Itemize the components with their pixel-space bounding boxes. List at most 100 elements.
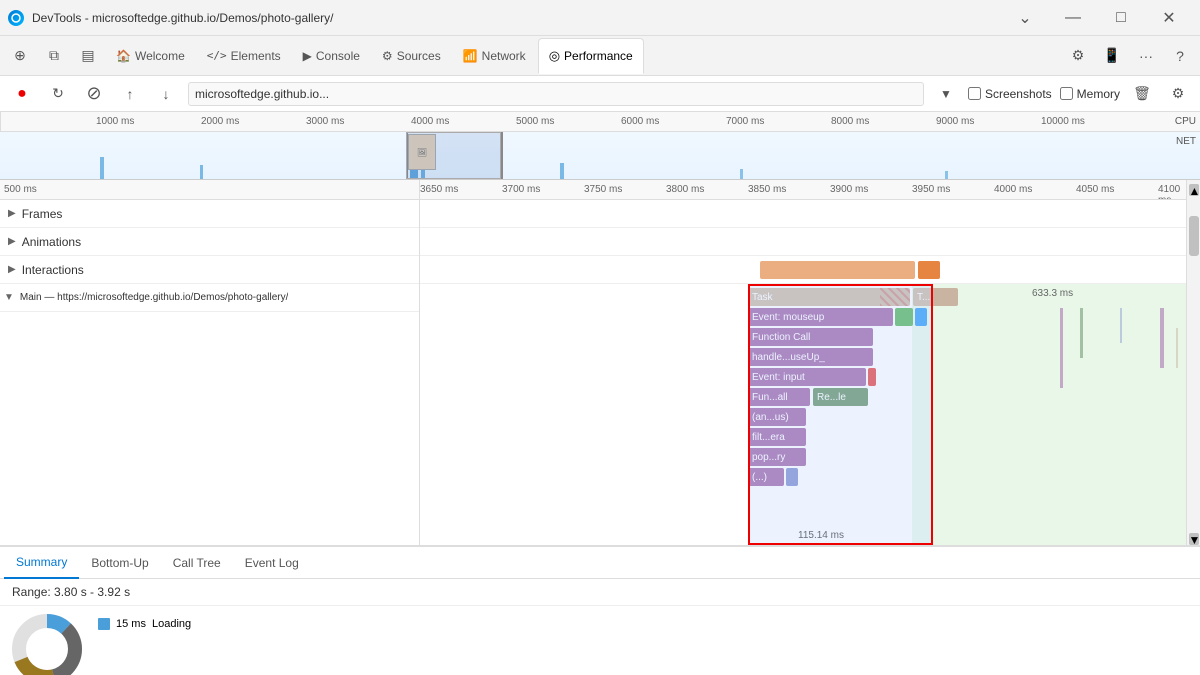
interaction-bar-2[interactable]	[918, 261, 940, 279]
detail-ruler-right: 3650 ms 3700 ms 3750 ms 3800 ms 3850 ms …	[420, 180, 1186, 200]
flame-handle[interactable]: handle...useUp_	[748, 348, 873, 366]
trash-btn[interactable]: 🗑	[1128, 80, 1156, 108]
interaction-bar[interactable]	[760, 261, 915, 279]
title-bar: DevTools - microsoftedge.github.io/Demos…	[0, 0, 1200, 36]
detail-area: 500 ms ▶ Frames ▶ Animations ▶ Interacti…	[0, 180, 1200, 545]
refresh-btn[interactable]: ↻	[44, 80, 72, 108]
frames-track[interactable]	[420, 200, 1186, 228]
flame-funall[interactable]: Fun...all	[748, 388, 810, 406]
main-flame-area[interactable]: 633.3 ms Task T... Event: mouseup Functi…	[420, 284, 1186, 545]
flame-indigo-1[interactable]	[786, 468, 798, 486]
green-highlight: 633.3 ms	[912, 284, 1186, 545]
summary-content: 15 ms Loading	[0, 606, 1200, 675]
tab-welcome[interactable]: 🏠 Welcome	[106, 38, 195, 74]
close-btn[interactable]: ✕	[1146, 0, 1192, 36]
tab-sources[interactable]: ⚙ Sources	[372, 38, 451, 74]
more-tabs-icon[interactable]: ···	[1130, 40, 1162, 72]
flame-input[interactable]: Event: input	[748, 368, 866, 386]
overview-ruler-ticks: 1000 ms 2000 ms 3000 ms 4000 ms 5000 ms …	[1, 112, 1200, 131]
flame-green-1[interactable]	[895, 308, 913, 326]
scatter-3	[1120, 308, 1122, 343]
animations-label: Animations	[22, 235, 81, 249]
flame-dots[interactable]: (...)	[748, 468, 784, 486]
interactions-section[interactable]: ▶ Interactions	[0, 256, 419, 284]
new-tab-icon[interactable]: ⊕	[4, 40, 36, 72]
window-title: DevTools - microsoftedge.github.io/Demos…	[32, 11, 994, 25]
tick-6000ms: 6000 ms	[621, 116, 659, 127]
flame-blue-1[interactable]	[915, 308, 927, 326]
restore-btn[interactable]: ⌄	[1002, 0, 1048, 36]
tick-10000ms: 10000 ms	[1041, 116, 1085, 127]
tab-console[interactable]: ▶ Console	[293, 38, 370, 74]
minimize-btn[interactable]: —	[1050, 0, 1096, 36]
screenshots-checkbox[interactable]: Screenshots	[968, 87, 1052, 101]
scrollbar-thumb[interactable]	[1189, 216, 1199, 256]
tab-network[interactable]: 📶 Network	[453, 38, 536, 74]
tab-bottom-up[interactable]: Bottom-Up	[79, 547, 160, 579]
interactions-label: Interactions	[22, 263, 84, 277]
flame-popry[interactable]: pop...ry	[748, 448, 806, 466]
overview-chart-area[interactable]: 🖼 NET	[0, 132, 1200, 179]
anus-label: (an...us)	[752, 412, 789, 423]
tab-elements[interactable]: </> Elements	[197, 38, 291, 74]
tab-performance[interactable]: ◎ Performance	[538, 38, 644, 74]
scatter-4	[1160, 308, 1164, 368]
interactions-arrow: ▶	[8, 264, 16, 275]
tab-call-tree[interactable]: Call Tree	[161, 547, 233, 579]
animations-track[interactable]	[420, 228, 1186, 256]
flame-filtera[interactable]: filt...era	[748, 428, 806, 446]
tab-event-log[interactable]: Event Log	[233, 547, 311, 579]
edge-icon	[8, 10, 24, 26]
scroll-down-btn[interactable]: ▼	[1189, 533, 1199, 545]
help-icon[interactable]: ?	[1164, 40, 1196, 72]
selection-region[interactable]	[406, 132, 501, 179]
interactions-track[interactable]	[420, 256, 1186, 284]
record-btn[interactable]: ●	[8, 80, 36, 108]
frames-section[interactable]: ▶ Frames	[0, 200, 419, 228]
download-btn[interactable]: ↓	[152, 80, 180, 108]
dtick-4000ms: 4000 ms	[994, 184, 1032, 195]
flame-red-1[interactable]	[868, 368, 876, 386]
flame-task[interactable]: Task	[748, 288, 910, 306]
home-icon: 🏠	[116, 49, 131, 63]
maximize-btn[interactable]: □	[1098, 0, 1144, 36]
flame-anus[interactable]: (an...us)	[748, 408, 806, 426]
flame-function-call[interactable]: Function Call	[748, 328, 873, 346]
frames-arrow: ▶	[8, 208, 16, 219]
selection-handle-right[interactable]	[501, 132, 503, 179]
elements-icon: </>	[207, 49, 227, 62]
overview-chart[interactable]: 🖼 NET	[0, 132, 1200, 180]
dtick-3650ms: 3650 ms	[420, 184, 458, 195]
dtick-4050ms: 4050 ms	[1076, 184, 1114, 195]
animations-section[interactable]: ▶ Animations	[0, 228, 419, 256]
flame-task-2[interactable]: T...	[913, 288, 958, 306]
dtick-3700ms: 3700 ms	[502, 184, 540, 195]
detail-ruler-left: 500 ms	[0, 180, 419, 200]
flame-rele[interactable]: Re...le	[813, 388, 868, 406]
dtick-3850ms: 3850 ms	[748, 184, 786, 195]
main-section[interactable]: ▼ Main — https://microsoftedge.github.io…	[0, 284, 419, 312]
url-dropdown-btn[interactable]: ▼	[932, 80, 960, 108]
tab-summary[interactable]: Summary	[4, 547, 79, 579]
net-label: NET	[1176, 136, 1196, 147]
sidebar-icon[interactable]: ▤	[72, 40, 104, 72]
flame-mouseup[interactable]: Event: mouseup	[748, 308, 893, 326]
pie-legend: 15 ms Loading	[98, 614, 191, 675]
settings-gear-btn[interactable]: ⚙	[1164, 80, 1192, 108]
popry-label: pop...ry	[752, 452, 785, 463]
memory-checkbox[interactable]: Memory	[1060, 87, 1120, 101]
dots-label: (...)	[752, 472, 767, 483]
device-toggle-icon[interactable]: 📱	[1096, 40, 1128, 72]
scroll-up-btn[interactable]: ▲	[1189, 184, 1199, 196]
cpu-spike-4	[740, 169, 743, 179]
scatter-2	[1080, 308, 1083, 358]
settings-icon[interactable]: ⚙	[1062, 40, 1094, 72]
clear-btn[interactable]: ⊘	[80, 80, 108, 108]
upload-btn[interactable]: ↑	[116, 80, 144, 108]
scatter-5	[1176, 328, 1178, 368]
undock-icon[interactable]: ⧉	[38, 40, 70, 72]
nav-tabs: ⊕ ⧉ ▤ 🏠 Welcome </> Elements ▶ Console ⚙…	[0, 36, 1200, 76]
vertical-scrollbar[interactable]: ▲ ▼	[1186, 180, 1200, 545]
track-labels: 500 ms ▶ Frames ▶ Animations ▶ Interacti…	[0, 180, 420, 545]
tick-9000ms: 9000 ms	[936, 116, 974, 127]
